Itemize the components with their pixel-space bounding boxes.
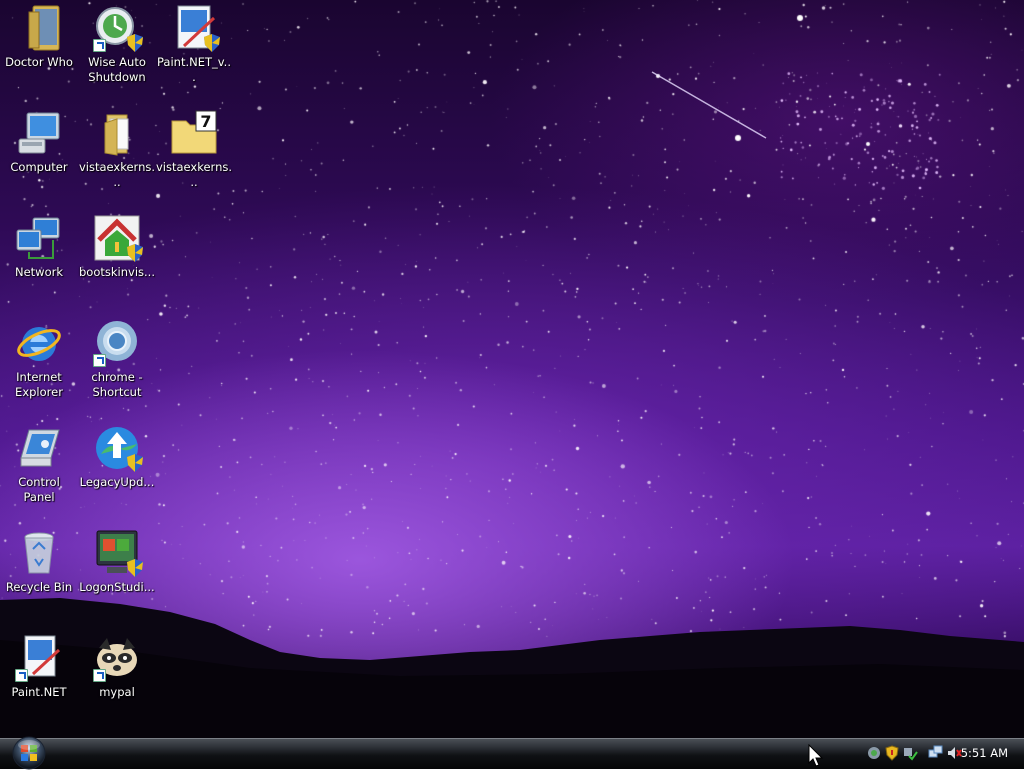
shortcut-arrow-icon xyxy=(93,39,106,52)
svg-text:7: 7 xyxy=(200,112,211,131)
desktop-icon-legacy-update[interactable]: LegacyUpd... xyxy=(79,424,155,490)
start-button[interactable] xyxy=(7,735,51,771)
mouse-cursor-icon xyxy=(808,744,824,767)
desktop-icon-network[interactable]: Network xyxy=(1,214,77,280)
wise-auto-shutdown-icon xyxy=(93,4,143,52)
mypal-browser-icon xyxy=(93,634,141,682)
icon-label: Computer xyxy=(10,160,68,174)
desktop-icon-internet-explorer[interactable]: Internet Explorer xyxy=(1,319,77,400)
computer-icon xyxy=(15,109,63,157)
desktop-icon-control-panel[interactable]: Control Panel xyxy=(1,424,77,505)
icon-label: Paint.NET xyxy=(11,685,67,699)
start-orb-icon xyxy=(12,736,46,770)
shortcut-arrow-icon xyxy=(93,354,106,367)
network-icon xyxy=(15,214,63,262)
icon-label: Internet Explorer xyxy=(15,370,63,399)
security-shield-icon[interactable] xyxy=(884,745,900,761)
icon-label: Paint.NET_v... xyxy=(157,55,231,84)
desktop-icon-paint-net[interactable]: Paint.NET xyxy=(1,634,77,700)
desktop-icon-recycle-bin[interactable]: Recycle Bin xyxy=(1,529,77,595)
taskbar: 5:51 AM xyxy=(0,735,1024,771)
icon-label: bootskinvis... xyxy=(79,265,155,279)
icon-label: Doctor Who xyxy=(5,55,73,69)
desktop-icon-wise-auto-shutdown[interactable]: Wise Auto Shutdown xyxy=(79,4,155,85)
legacy-update-icon xyxy=(93,424,143,472)
desktop-icon-logon-studio[interactable]: LogonStudi... xyxy=(79,529,155,595)
control-panel-icon xyxy=(15,424,63,472)
desktop-icon-doctor-who[interactable]: Doctor Who xyxy=(1,4,77,70)
desktop-icon-vistaexkerns-archive[interactable]: 7 vistaexkerns... xyxy=(156,109,232,190)
desktop-icon-mypal[interactable]: mypal xyxy=(79,634,155,700)
system-tray: 5:51 AM xyxy=(852,739,1024,769)
shortcut-arrow-icon xyxy=(93,669,106,682)
desktop-icon-paint-net-installer[interactable]: Paint.NET_v... xyxy=(156,4,232,85)
7zip-archive-icon: 7 xyxy=(170,109,218,157)
icon-label: Wise Auto Shutdown xyxy=(88,55,146,84)
folder-icon xyxy=(15,4,63,52)
network-status-icon[interactable] xyxy=(902,745,918,761)
desktop-icon-bootskinvis[interactable]: bootskinvis... xyxy=(79,214,155,280)
icon-label: chrome - Shortcut xyxy=(91,370,143,399)
desktop-icon-chrome-shortcut[interactable]: chrome - Shortcut xyxy=(79,319,155,400)
tray-app-icon[interactable] xyxy=(866,745,882,761)
network-connections-icon[interactable] xyxy=(928,745,944,761)
logon-studio-icon xyxy=(93,529,143,577)
uac-shield-icon xyxy=(127,454,143,472)
desktop-icon-vistaexkerns-folder[interactable]: vistaexkerns... xyxy=(79,109,155,190)
folder-icon xyxy=(93,109,141,157)
paint-net-installer-icon xyxy=(170,4,220,52)
desktop-icon-computer[interactable]: Computer xyxy=(1,109,77,175)
uac-shield-icon xyxy=(127,34,143,52)
recycle-bin-icon xyxy=(15,529,63,577)
icon-label: vistaexkerns... xyxy=(156,160,233,189)
icon-label: Network xyxy=(14,265,64,279)
icon-label: mypal xyxy=(99,685,135,699)
icon-label: Control Panel xyxy=(18,475,60,504)
shortcut-arrow-icon xyxy=(15,669,28,682)
volume-muted-icon[interactable] xyxy=(946,745,962,761)
uac-shield-icon xyxy=(204,34,220,52)
uac-shield-icon xyxy=(127,559,143,577)
uac-shield-icon xyxy=(127,244,143,262)
chrome-icon xyxy=(93,319,141,367)
bootskin-icon xyxy=(93,214,143,262)
desktop[interactable]: Doctor Who Computer Network Internet Exp… xyxy=(0,0,1024,738)
icon-label: LogonStudi... xyxy=(79,580,155,594)
clock[interactable]: 5:51 AM xyxy=(961,746,1008,760)
internet-explorer-icon xyxy=(15,319,63,367)
icon-label: vistaexkerns... xyxy=(79,160,156,189)
icon-label: Recycle Bin xyxy=(5,580,73,594)
paint-net-icon xyxy=(15,634,63,682)
icon-label: LegacyUpd... xyxy=(79,475,155,489)
